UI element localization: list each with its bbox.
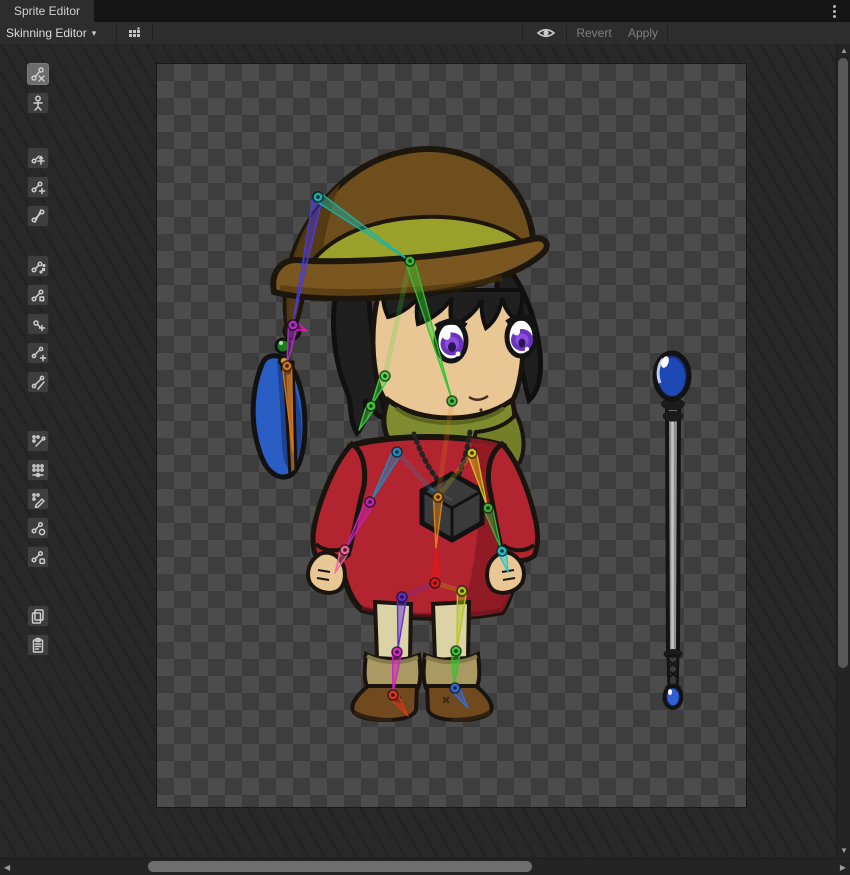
chevron-down-icon: ▾ — [92, 28, 97, 39]
auto-geometry-icon — [29, 257, 47, 275]
kebab-menu-icon[interactable] — [826, 3, 842, 19]
separator — [566, 25, 567, 41]
tab-sprite-editor[interactable]: Sprite Editor — [0, 0, 94, 22]
tool-bone-influence-button[interactable] — [27, 517, 49, 539]
tool-edit-geometry-button[interactable] — [27, 284, 49, 306]
tool-sprite-influence-button[interactable] — [27, 546, 49, 568]
create-edge-icon — [29, 344, 47, 362]
toolgroup-clipboard — [27, 605, 49, 656]
mode-label: Skinning Editor — [6, 26, 87, 40]
separator — [116, 25, 117, 41]
tool-split-edge-button[interactable] — [27, 371, 49, 393]
split-edge-icon — [29, 373, 47, 391]
tool-create-vertex-button[interactable] — [27, 313, 49, 335]
eye-icon — [536, 26, 556, 40]
tool-auto-geometry-button[interactable] — [27, 255, 49, 277]
separator — [522, 25, 523, 41]
tool-create-bone-button[interactable] — [27, 176, 49, 198]
scroll-down-arrow[interactable]: ▼ — [840, 846, 848, 856]
sprite-influence-icon — [29, 548, 47, 566]
scroll-left-arrow[interactable]: ◀ — [4, 863, 10, 873]
tool-copy-button[interactable] — [27, 605, 49, 627]
toolgroup-pose — [27, 63, 49, 114]
vertical-scrollbar-thumb[interactable] — [838, 58, 848, 668]
tab-bar: Sprite Editor — [0, 0, 850, 22]
edit-geometry-icon — [29, 286, 47, 304]
skinning-canvas[interactable] — [0, 44, 850, 858]
tool-weight-brush-button[interactable] — [27, 488, 49, 510]
scroll-up-arrow[interactable]: ▲ — [840, 46, 848, 56]
revert-button[interactable]: Revert — [570, 24, 618, 42]
sprite-grid-icon — [126, 25, 142, 41]
create-vertex-icon — [29, 315, 47, 333]
apply-button[interactable]: Apply — [622, 24, 664, 42]
tool-create-edge-button[interactable] — [27, 342, 49, 364]
sprite-frames-button[interactable] — [124, 24, 144, 42]
toggle-view-mode-icon — [29, 94, 47, 112]
horizontal-scrollbar-thumb[interactable] — [148, 861, 532, 872]
tool-paste-button[interactable] — [27, 634, 49, 656]
preview-pose-icon — [29, 149, 47, 167]
paste-icon — [29, 636, 47, 654]
sprite-editor-window: { "window": { "tab_label": "Sprite Edito… — [0, 0, 850, 875]
tool-auto-weights-button[interactable] — [27, 430, 49, 452]
tool-weight-slider-button[interactable] — [27, 459, 49, 481]
sprite-transparency-checker — [157, 64, 746, 807]
toolgroup-weights — [27, 430, 49, 568]
tool-preview-pose-button[interactable] — [27, 147, 49, 169]
scroll-right-arrow[interactable]: ▶ — [840, 863, 846, 873]
reset-pose-icon — [29, 65, 47, 83]
copy-icon — [29, 607, 47, 625]
separator — [152, 25, 153, 41]
bone-influence-icon — [29, 519, 47, 537]
tool-reset-pose-button[interactable] — [27, 63, 49, 85]
toolgroup-bones — [27, 147, 49, 227]
tool-split-bone-button[interactable] — [27, 205, 49, 227]
skinning-editor-dropdown[interactable]: Skinning Editor ▾ — [6, 22, 96, 44]
tab-label: Sprite Editor — [14, 4, 80, 18]
split-bone-icon — [29, 207, 47, 225]
toolbar: Skinning Editor ▾ Revert Apply — [0, 22, 850, 45]
toolgroup-geometry — [27, 255, 49, 393]
create-bone-icon — [29, 178, 47, 196]
weight-brush-icon — [29, 490, 47, 508]
weight-slider-icon — [29, 461, 47, 479]
auto-weights-icon — [29, 432, 47, 450]
separator — [667, 25, 668, 41]
visibility-button[interactable] — [530, 24, 562, 42]
tool-toggle-view-mode-button[interactable] — [27, 92, 49, 114]
